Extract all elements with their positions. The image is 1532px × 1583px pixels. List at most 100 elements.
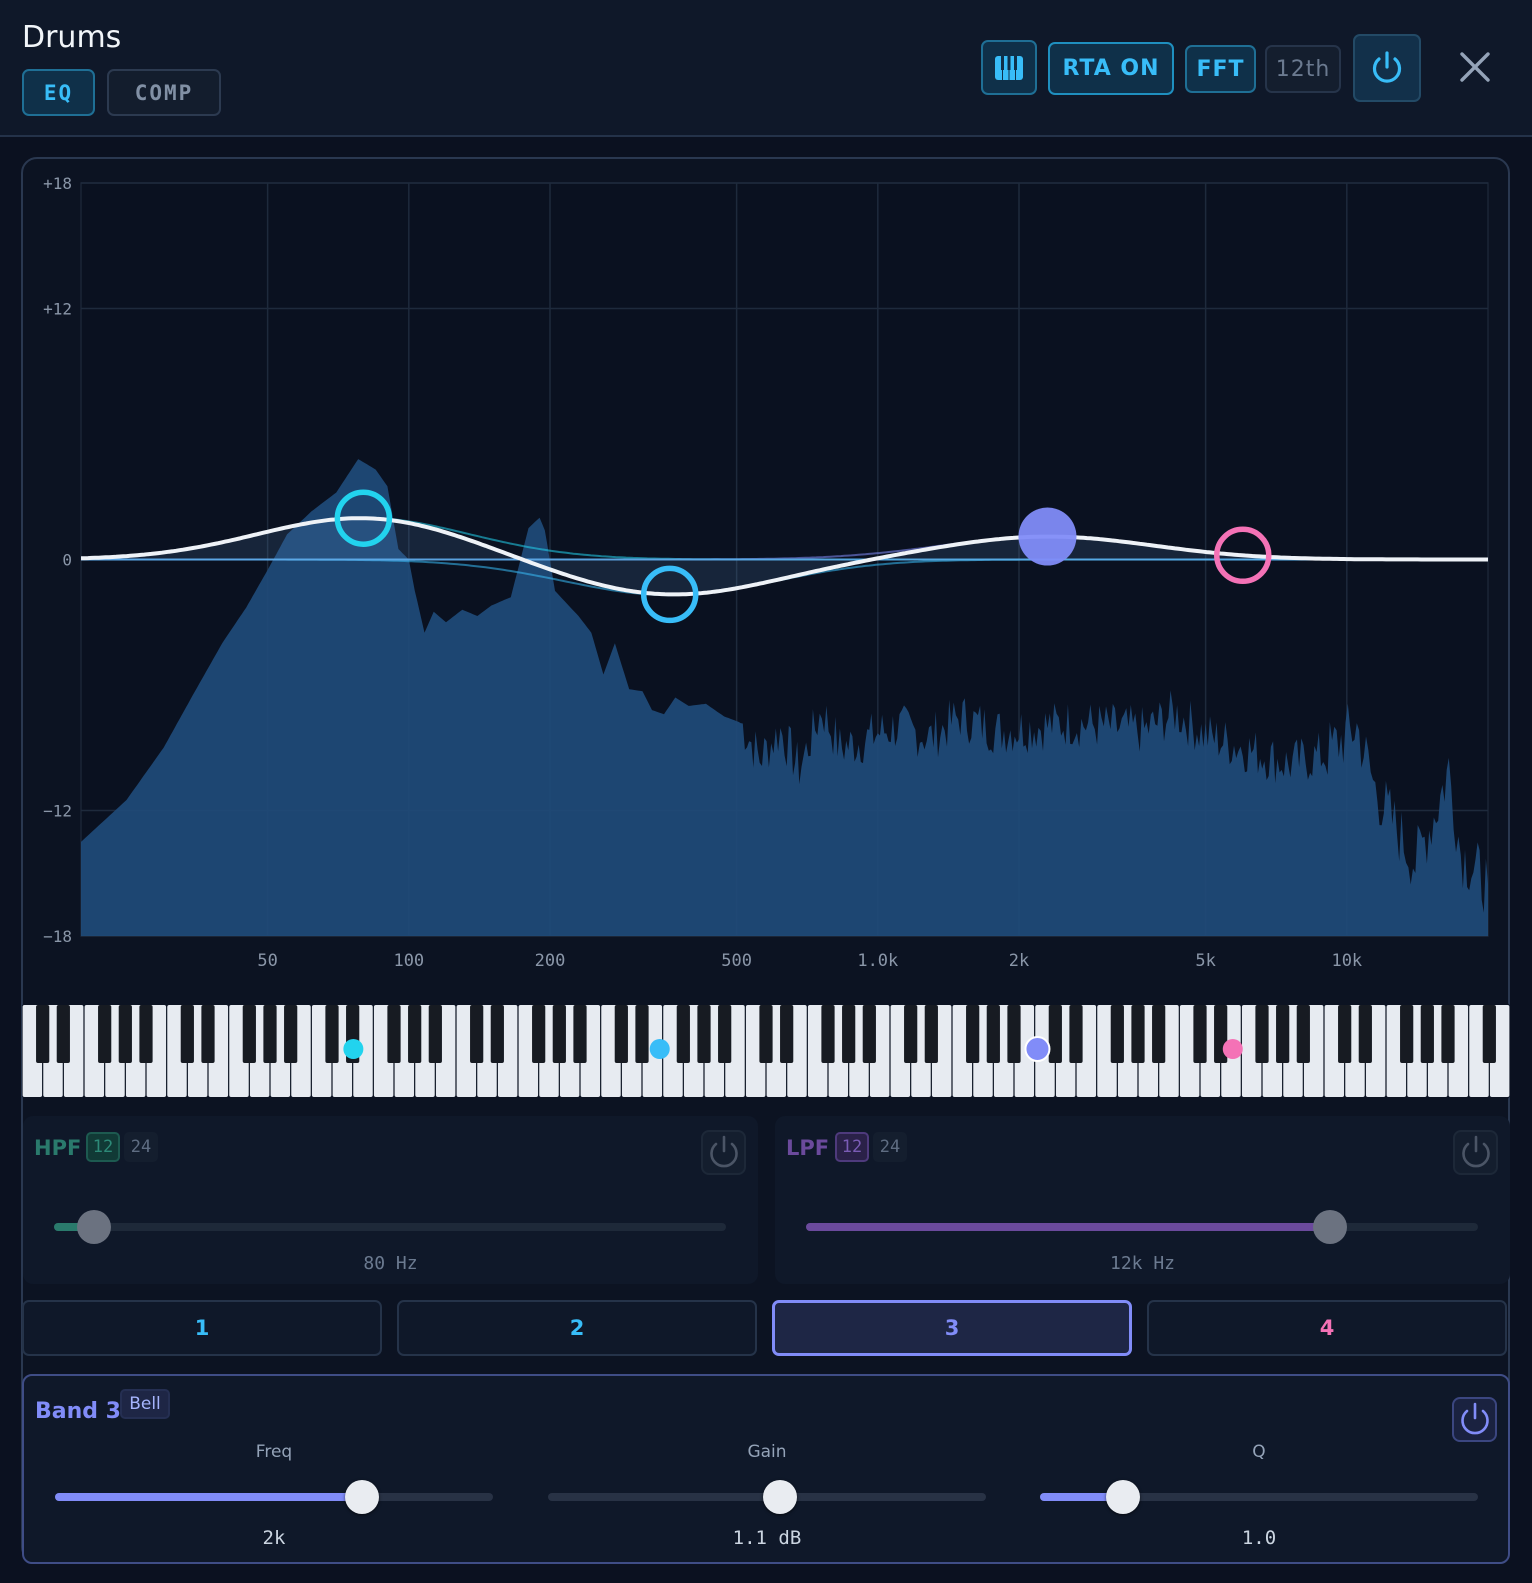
lpf-slider[interactable] bbox=[806, 1210, 1478, 1244]
black-key[interactable] bbox=[1441, 1005, 1455, 1063]
x-axis-labels: 50 100 200 500 1.0k 2k 5k 10k bbox=[257, 951, 1362, 971]
black-key[interactable] bbox=[1131, 1005, 1145, 1063]
lpf-card: LPF 12 24 12k Hz bbox=[775, 1116, 1510, 1284]
black-key[interactable] bbox=[242, 1005, 256, 1063]
black-key[interactable] bbox=[325, 1005, 339, 1063]
piano-keyboard[interactable] bbox=[22, 1003, 1510, 1099]
x-tick-label: 200 bbox=[535, 951, 566, 971]
black-key[interactable] bbox=[718, 1005, 732, 1063]
q-slider-thumb[interactable] bbox=[1106, 1480, 1141, 1514]
black-key[interactable] bbox=[697, 1005, 711, 1063]
power-icon bbox=[709, 1135, 738, 1167]
black-key[interactable] bbox=[284, 1005, 298, 1063]
black-key[interactable] bbox=[635, 1005, 649, 1063]
black-key[interactable] bbox=[1420, 1005, 1434, 1063]
black-key[interactable] bbox=[408, 1005, 422, 1063]
band-title: Band 3 bbox=[35, 1399, 121, 1424]
freq-slider-thumb[interactable] bbox=[344, 1480, 379, 1514]
black-key[interactable] bbox=[387, 1005, 401, 1063]
black-key[interactable] bbox=[966, 1005, 980, 1063]
black-key[interactable] bbox=[614, 1005, 628, 1063]
freq-label: Freq bbox=[255, 1442, 293, 1462]
band-3-handle[interactable] bbox=[1018, 507, 1077, 566]
gain-slider-thumb[interactable] bbox=[763, 1480, 798, 1514]
black-key[interactable] bbox=[862, 1005, 876, 1063]
x-tick-label: 10k bbox=[1331, 951, 1362, 971]
black-key[interactable] bbox=[759, 1005, 773, 1063]
black-key[interactable] bbox=[842, 1005, 856, 1063]
black-key[interactable] bbox=[821, 1005, 835, 1063]
x-tick-label: 50 bbox=[257, 951, 277, 971]
eq-graph[interactable]: +18 +12 0 −12 −18 50 100 200 500 1.0k 2k 5k 10k bbox=[0, 0, 1532, 1000]
black-key[interactable] bbox=[552, 1005, 566, 1063]
band-tab-2[interactable]: 2 bbox=[397, 1300, 757, 1356]
black-key[interactable] bbox=[1007, 1005, 1021, 1063]
gain-control: Gain 1.1 dB bbox=[548, 1442, 986, 1552]
freq-slider[interactable] bbox=[55, 1480, 493, 1514]
x-tick-label: 1.0k bbox=[857, 951, 898, 971]
black-key[interactable] bbox=[1193, 1005, 1207, 1063]
black-key[interactable] bbox=[1048, 1005, 1062, 1063]
black-key[interactable] bbox=[263, 1005, 277, 1063]
black-key[interactable] bbox=[1338, 1005, 1352, 1063]
lpf-slope-24[interactable]: 24 bbox=[873, 1132, 907, 1162]
lpf-slider-fill bbox=[806, 1223, 1331, 1231]
black-key[interactable] bbox=[98, 1005, 112, 1063]
black-key[interactable] bbox=[56, 1005, 70, 1063]
black-key[interactable] bbox=[676, 1005, 690, 1063]
black-key[interactable] bbox=[1358, 1005, 1372, 1063]
hpf-power-button[interactable] bbox=[701, 1130, 746, 1175]
black-key[interactable] bbox=[1400, 1005, 1414, 1063]
hpf-label: HPF bbox=[34, 1136, 82, 1160]
lpf-slider-thumb[interactable] bbox=[1313, 1210, 1348, 1244]
black-key[interactable] bbox=[1296, 1005, 1310, 1063]
black-key[interactable] bbox=[780, 1005, 794, 1063]
q-value: 1.0 bbox=[1241, 1527, 1277, 1549]
black-key[interactable] bbox=[201, 1005, 215, 1063]
black-key[interactable] bbox=[490, 1005, 504, 1063]
black-key[interactable] bbox=[1276, 1005, 1290, 1063]
y-tick-label: −18 bbox=[43, 927, 72, 946]
black-key[interactable] bbox=[986, 1005, 1000, 1063]
black-key[interactable] bbox=[1110, 1005, 1124, 1063]
band-3-key-marker bbox=[1024, 1036, 1051, 1062]
black-key[interactable] bbox=[36, 1005, 50, 1063]
black-key[interactable] bbox=[470, 1005, 484, 1063]
lpf-power-button[interactable] bbox=[1453, 1130, 1498, 1175]
hpf-slider[interactable] bbox=[54, 1210, 726, 1244]
band-power-button[interactable] bbox=[1452, 1397, 1497, 1442]
power-icon bbox=[1461, 1135, 1490, 1167]
band-type-badge[interactable]: Bell bbox=[120, 1389, 170, 1419]
lpf-slope-12[interactable]: 12 bbox=[835, 1132, 869, 1162]
black-key[interactable] bbox=[1069, 1005, 1083, 1063]
black-key[interactable] bbox=[532, 1005, 546, 1063]
black-key[interactable] bbox=[139, 1005, 153, 1063]
black-key[interactable] bbox=[428, 1005, 442, 1063]
black-key[interactable] bbox=[1482, 1005, 1496, 1063]
q-control: Q 1.0 bbox=[1040, 1442, 1478, 1552]
gain-label: Gain bbox=[747, 1442, 787, 1462]
band-4-key-marker bbox=[1222, 1039, 1243, 1059]
black-key[interactable] bbox=[904, 1005, 918, 1063]
band-1-key-marker bbox=[343, 1039, 364, 1059]
freq-slider-fill bbox=[55, 1493, 362, 1501]
hpf-slider-thumb[interactable] bbox=[77, 1210, 112, 1244]
hpf-value: 80 Hz bbox=[363, 1253, 418, 1274]
black-key[interactable] bbox=[1255, 1005, 1269, 1063]
band-tab-3[interactable]: 3 bbox=[772, 1300, 1132, 1356]
band-editor: Band 3 Bell Freq 2k Gain 1.1 dB Q 1.0 bbox=[22, 1374, 1510, 1564]
q-slider[interactable] bbox=[1040, 1480, 1478, 1514]
black-key[interactable] bbox=[118, 1005, 132, 1063]
black-key[interactable] bbox=[180, 1005, 194, 1063]
band-tab-1[interactable]: 1 bbox=[22, 1300, 382, 1356]
y-tick-label: +12 bbox=[43, 300, 72, 319]
hpf-slope-12[interactable]: 12 bbox=[86, 1132, 120, 1162]
q-label: Q bbox=[1252, 1442, 1266, 1462]
y-axis-labels: +18 +12 0 −12 −18 bbox=[43, 174, 72, 946]
black-key[interactable] bbox=[573, 1005, 587, 1063]
band-tab-4[interactable]: 4 bbox=[1147, 1300, 1507, 1356]
gain-slider[interactable] bbox=[548, 1480, 986, 1514]
hpf-slope-24[interactable]: 24 bbox=[124, 1132, 158, 1162]
black-key[interactable] bbox=[1152, 1005, 1166, 1063]
black-key[interactable] bbox=[924, 1005, 938, 1063]
